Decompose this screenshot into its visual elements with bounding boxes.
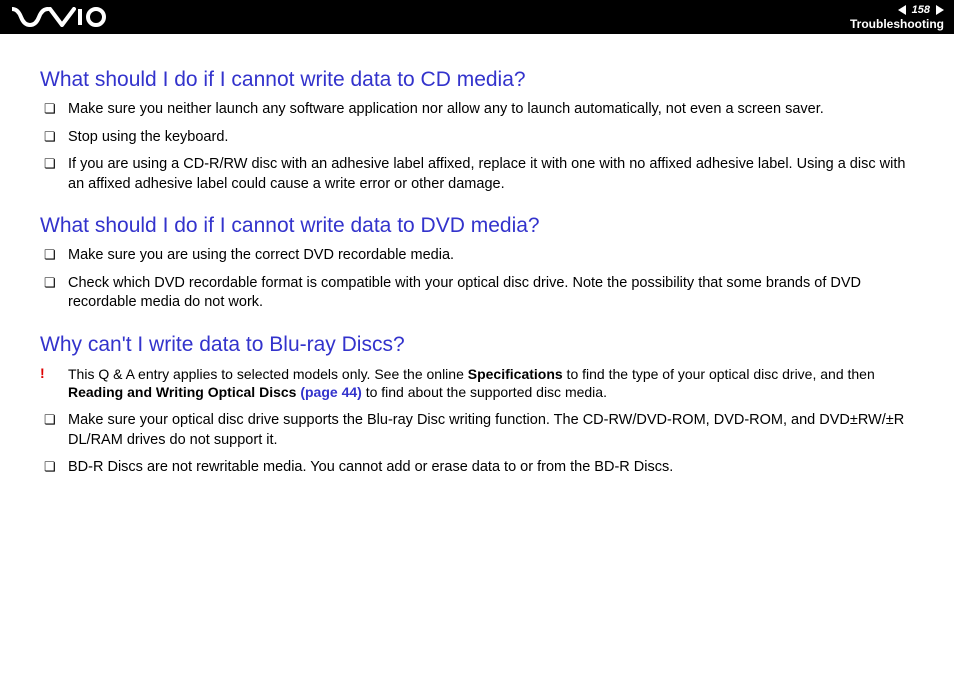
question-heading: What should I do if I cannot write data … (40, 68, 924, 92)
answer-list: Make sure you neither launch any softwar… (40, 100, 924, 194)
list-item: BD-R Discs are not rewritable media. You… (40, 458, 924, 478)
vaio-logo (12, 7, 108, 27)
question-heading: What should I do if I cannot write data … (40, 214, 924, 238)
answer-list: Make sure your optical disc drive suppor… (40, 411, 924, 478)
section-label: Troubleshooting (850, 18, 944, 30)
alert-icon: ! (40, 365, 45, 381)
page-navigation: 158 (898, 5, 944, 16)
header-right: 158 Troubleshooting (850, 5, 944, 30)
page-header: 158 Troubleshooting (0, 0, 954, 34)
list-item: Check which DVD recordable format is com… (40, 274, 924, 313)
list-item: Make sure you neither launch any softwar… (40, 100, 924, 120)
list-item: Stop using the keyboard. (40, 128, 924, 148)
note-bold: Specifications (468, 366, 563, 382)
page-content: What should I do if I cannot write data … (0, 34, 954, 478)
list-item: Make sure your optical disc drive suppor… (40, 411, 924, 450)
note-bold: Reading and Writing Optical Discs (68, 384, 300, 400)
question-heading: Why can't I write data to Blu-ray Discs? (40, 333, 924, 357)
page-link[interactable]: (page 44) (300, 384, 361, 400)
prev-page-arrow-icon[interactable] (898, 5, 906, 15)
note-text: This Q & A entry applies to selected mod… (68, 365, 924, 401)
list-item: Make sure you are using the correct DVD … (40, 246, 924, 266)
page-number: 158 (912, 5, 930, 16)
note-block: ! This Q & A entry applies to selected m… (40, 365, 924, 401)
answer-list: Make sure you are using the correct DVD … (40, 246, 924, 313)
next-page-arrow-icon[interactable] (936, 5, 944, 15)
note-fragment: This Q & A entry applies to selected mod… (68, 366, 468, 382)
note-fragment: to find the type of your optical disc dr… (563, 366, 875, 382)
list-item: If you are using a CD-R/RW disc with an … (40, 155, 924, 194)
note-fragment: to find about the supported disc media. (362, 384, 607, 400)
